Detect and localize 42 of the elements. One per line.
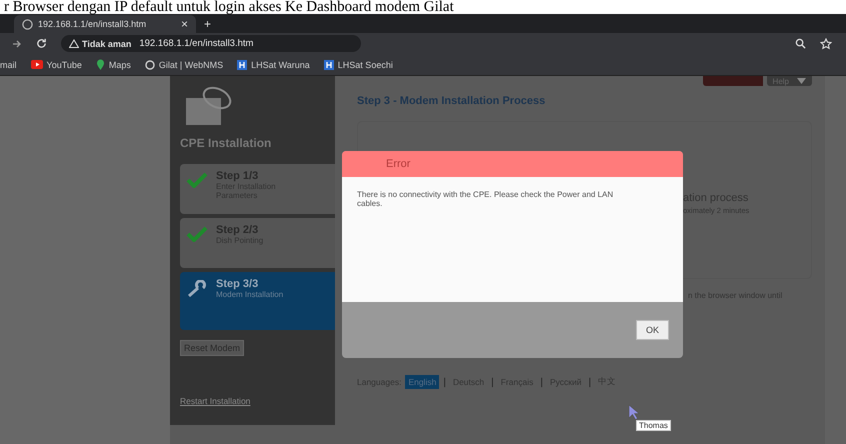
wrench-icon bbox=[186, 280, 208, 298]
separator: | bbox=[540, 376, 543, 388]
tooltip: Thomas bbox=[636, 420, 671, 431]
step-subtitle: Modem Installation bbox=[216, 290, 284, 299]
security-badge[interactable]: Tidak aman bbox=[69, 38, 132, 48]
star-icon[interactable] bbox=[820, 38, 832, 50]
document-caption: r Browser dengan IP default untuk login akses Ke Dashboard modem Gilat bbox=[3, 0, 454, 14]
bookmark[interactable]: Gilat | WebNMS bbox=[144, 60, 224, 70]
error-message: There is no connectivity with the CPE. Please check the Power and LAN cables. bbox=[357, 190, 614, 208]
sidebar-title: CPE Installation bbox=[180, 136, 272, 150]
letter-h-icon bbox=[237, 60, 248, 70]
bookmark[interactable]: YouTube bbox=[30, 60, 82, 70]
new-tab-button[interactable]: + bbox=[204, 16, 212, 30]
bookmark[interactable]: mail bbox=[0, 60, 17, 70]
forward-icon[interactable] bbox=[12, 38, 22, 48]
bookmark[interactable]: LHSat Waruna bbox=[237, 60, 310, 70]
play-icon bbox=[30, 60, 43, 69]
reload-icon[interactable] bbox=[36, 38, 47, 49]
dialog-title: Error bbox=[386, 158, 410, 170]
close-tab-button[interactable]: × bbox=[180, 17, 188, 31]
separator: | bbox=[443, 376, 446, 388]
checkmark-icon bbox=[186, 172, 208, 188]
letter-h-icon bbox=[324, 60, 334, 70]
step-title: Step 3/3 bbox=[216, 278, 260, 290]
step-item[interactable]: Step 3/3 Modem Installation bbox=[180, 272, 335, 330]
page-heading: Step 3 - Modem Installation Process bbox=[357, 95, 546, 107]
zoom-icon[interactable] bbox=[795, 38, 806, 49]
globe-icon bbox=[144, 60, 155, 70]
restart-link[interactable]: Restart Installation bbox=[180, 396, 335, 406]
cursor-icon bbox=[628, 404, 640, 420]
browser-tab[interactable]: 192.168.1.1/en/install3.htm × bbox=[14, 15, 196, 33]
checkmark-icon bbox=[186, 226, 208, 242]
map-pin-icon bbox=[96, 59, 105, 70]
separator: | bbox=[491, 376, 494, 388]
globe-icon bbox=[22, 18, 33, 30]
bookmark[interactable]: Maps bbox=[96, 59, 131, 70]
tab-title: 192.168.1.1/en/install3.htm bbox=[38, 19, 148, 29]
ok-button[interactable]: OK bbox=[636, 320, 669, 340]
separator: | bbox=[588, 376, 592, 388]
address-field[interactable]: Tidak aman 192.168.1.1/en/install3.htm bbox=[61, 35, 361, 52]
bookmark[interactable]: LHSat Soechi bbox=[324, 60, 393, 70]
caret-icon bbox=[797, 78, 806, 84]
